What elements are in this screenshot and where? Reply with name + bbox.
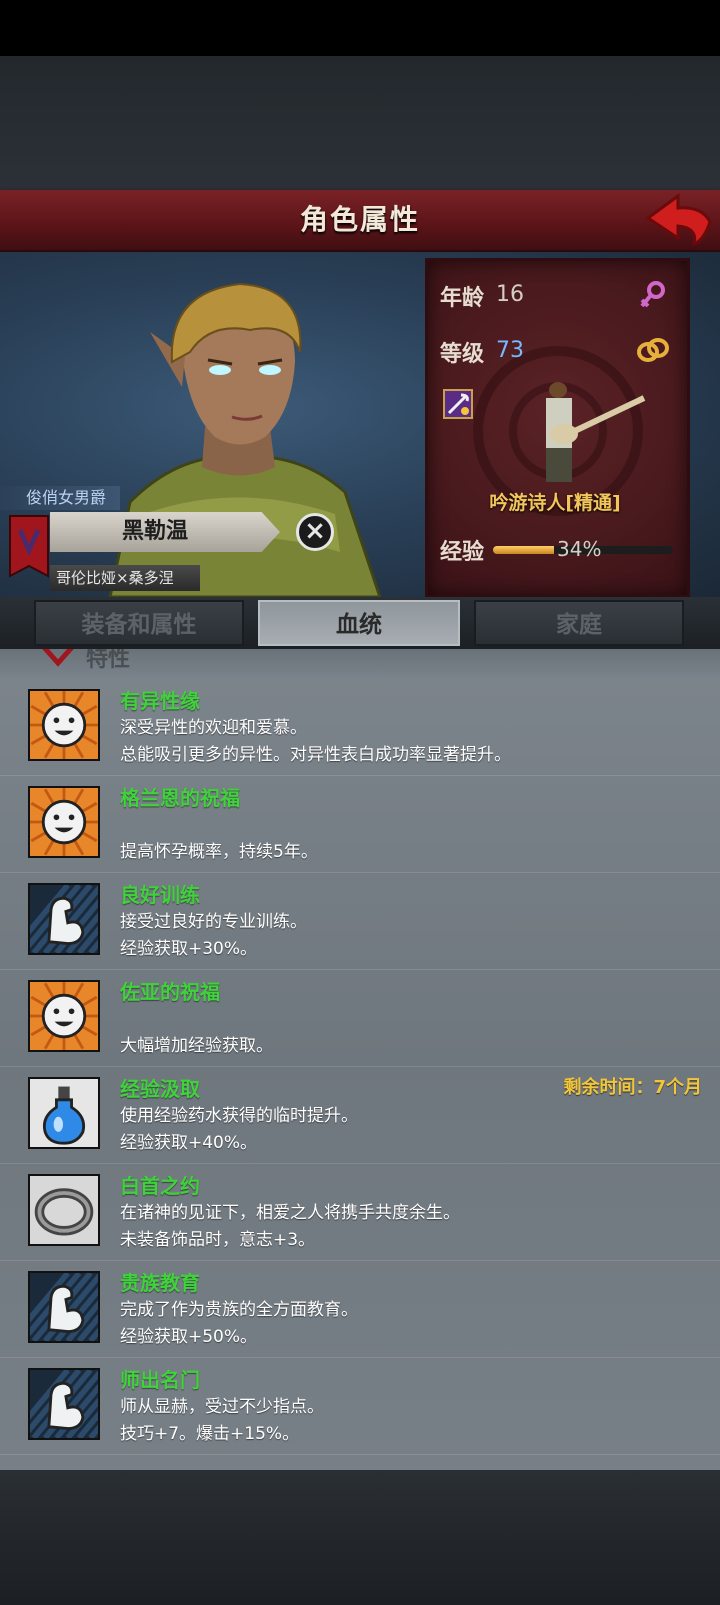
section-header: 特性 — [0, 649, 720, 677]
flexed-arm-icon — [8, 883, 150, 955]
exp-percent: 34% — [557, 537, 602, 561]
potion-icon — [28, 1077, 100, 1149]
top-background — [0, 56, 720, 190]
smiley-sun-icon — [26, 978, 102, 1054]
trait-description: 提高怀孕概率，持续5年。 — [120, 842, 318, 862]
trait-row[interactable]: 白首之约在诸神的见证下，相爱之人将携手共度余生。 未装备饰品时，意志+3。 — [0, 1164, 720, 1261]
trait-row[interactable]: 良好训练接受过良好的专业训练。 经验获取+30%。 — [0, 873, 720, 970]
female-symbol-icon — [640, 281, 665, 308]
trait-description: 大幅增加经验获取。 — [120, 1036, 273, 1056]
trait-name: 贵族教育 — [120, 1271, 200, 1295]
trait-description: 经验获取+50%。 — [120, 1327, 258, 1347]
trait-name: 经验汲取 — [120, 1077, 200, 1101]
age-value: 16 — [496, 282, 524, 307]
traits-panel[interactable]: 特性 有异性缘深受异性的欢迎和爱慕。总能吸引更多的异性。对异性表白成功率显著提升… — [0, 649, 720, 1470]
exp-bar-fill — [493, 546, 555, 554]
trait-name: 佐亚的祝福 — [120, 980, 220, 1004]
bottom-background — [0, 1470, 720, 1605]
page-title: 角色属性 — [299, 203, 420, 236]
character-origin: 哥伦比娅×桑多涅 — [50, 565, 200, 591]
trait-row[interactable]: 佐亚的祝福大幅增加经验获取。 — [0, 970, 720, 1067]
tab-family[interactable]: 家庭 — [474, 600, 684, 646]
section-emblem-icon — [42, 649, 74, 667]
bard-figure — [546, 382, 646, 482]
trait-row[interactable]: 有异性缘深受异性的欢迎和爱慕。总能吸引更多的异性。对异性表白成功率显著提升。 — [0, 679, 720, 776]
smiley-sun-icon — [26, 687, 102, 763]
trait-name: 白首之约 — [120, 1174, 200, 1198]
section-label: 特性 — [86, 649, 131, 672]
status-bar-area — [0, 0, 720, 56]
nobility-title: 俊俏女男爵 — [0, 486, 120, 510]
trait-description: 总能吸引更多的异性。对异性表白成功率显著提升。 — [120, 745, 511, 765]
trait-row[interactable]: 经验汲取使用经验药水获得的临时提升。 经验获取+40%。 剩余时间：7个月 — [0, 1067, 720, 1164]
title-bar: 角色属性 — [0, 190, 720, 253]
trait-name: 格兰恩的祝福 — [120, 786, 240, 810]
trait-name: 良好训练 — [120, 883, 200, 907]
trait-description: 使用经验药水获得的临时提升。 — [120, 1106, 358, 1126]
close-icon[interactable]: × — [296, 513, 334, 551]
trait-description: 未装备饰品时，意志+3。 — [120, 1230, 316, 1250]
trait-description: 经验获取+30%。 — [120, 939, 258, 959]
back-arrow-icon[interactable] — [644, 192, 714, 246]
trait-row[interactable]: 师出名门师从显赫，受过不少指点。 技巧+7。爆击+15%。 — [0, 1358, 720, 1455]
trait-remaining-time: 剩余时间：7个月 — [563, 1077, 702, 1098]
flexed-arm-icon — [8, 1368, 150, 1440]
trait-description: 完成了作为贵族的全方面教育。 — [120, 1300, 358, 1320]
flexed-arm-icon — [8, 1271, 150, 1343]
trait-name: 师出名门 — [120, 1368, 200, 1392]
trait-description: 深受异性的欢迎和爱慕。 — [120, 718, 307, 738]
smiley-sun-icon — [26, 784, 102, 860]
tab-bloodline[interactable]: 血统 — [258, 600, 460, 646]
trait-description: 接受过良好的专业训练。 — [120, 912, 307, 932]
class-skill-icon — [443, 389, 473, 419]
age-label: 年龄 — [440, 286, 485, 311]
trait-description: 技巧+7。爆击+15%。 — [120, 1424, 300, 1444]
exp-label: 经验 — [440, 540, 485, 565]
class-name: 吟游诗人[精通] — [489, 492, 621, 514]
trait-description: 师从显赫，受过不少指点。 — [120, 1397, 324, 1417]
trait-name: 有异性缘 — [120, 689, 200, 713]
level-value: 73 — [496, 338, 524, 363]
tab-equipment[interactable]: 装备和属性 — [34, 600, 244, 646]
ring-icon — [28, 1174, 100, 1246]
heraldry-banner-icon — [9, 515, 49, 578]
character-name: 黑勒温 — [121, 519, 188, 544]
trait-row[interactable]: 格兰恩的祝福提高怀孕概率，持续5年。 — [0, 776, 720, 873]
trait-description: 经验获取+40%。 — [120, 1133, 258, 1153]
trait-row[interactable]: 贵族教育完成了作为贵族的全方面教育。 经验获取+50%。 — [0, 1261, 720, 1358]
level-label: 等级 — [440, 342, 485, 367]
rings-icon — [637, 338, 669, 362]
trait-description: 在诸神的见证下，相爱之人将携手共度余生。 — [120, 1203, 460, 1223]
